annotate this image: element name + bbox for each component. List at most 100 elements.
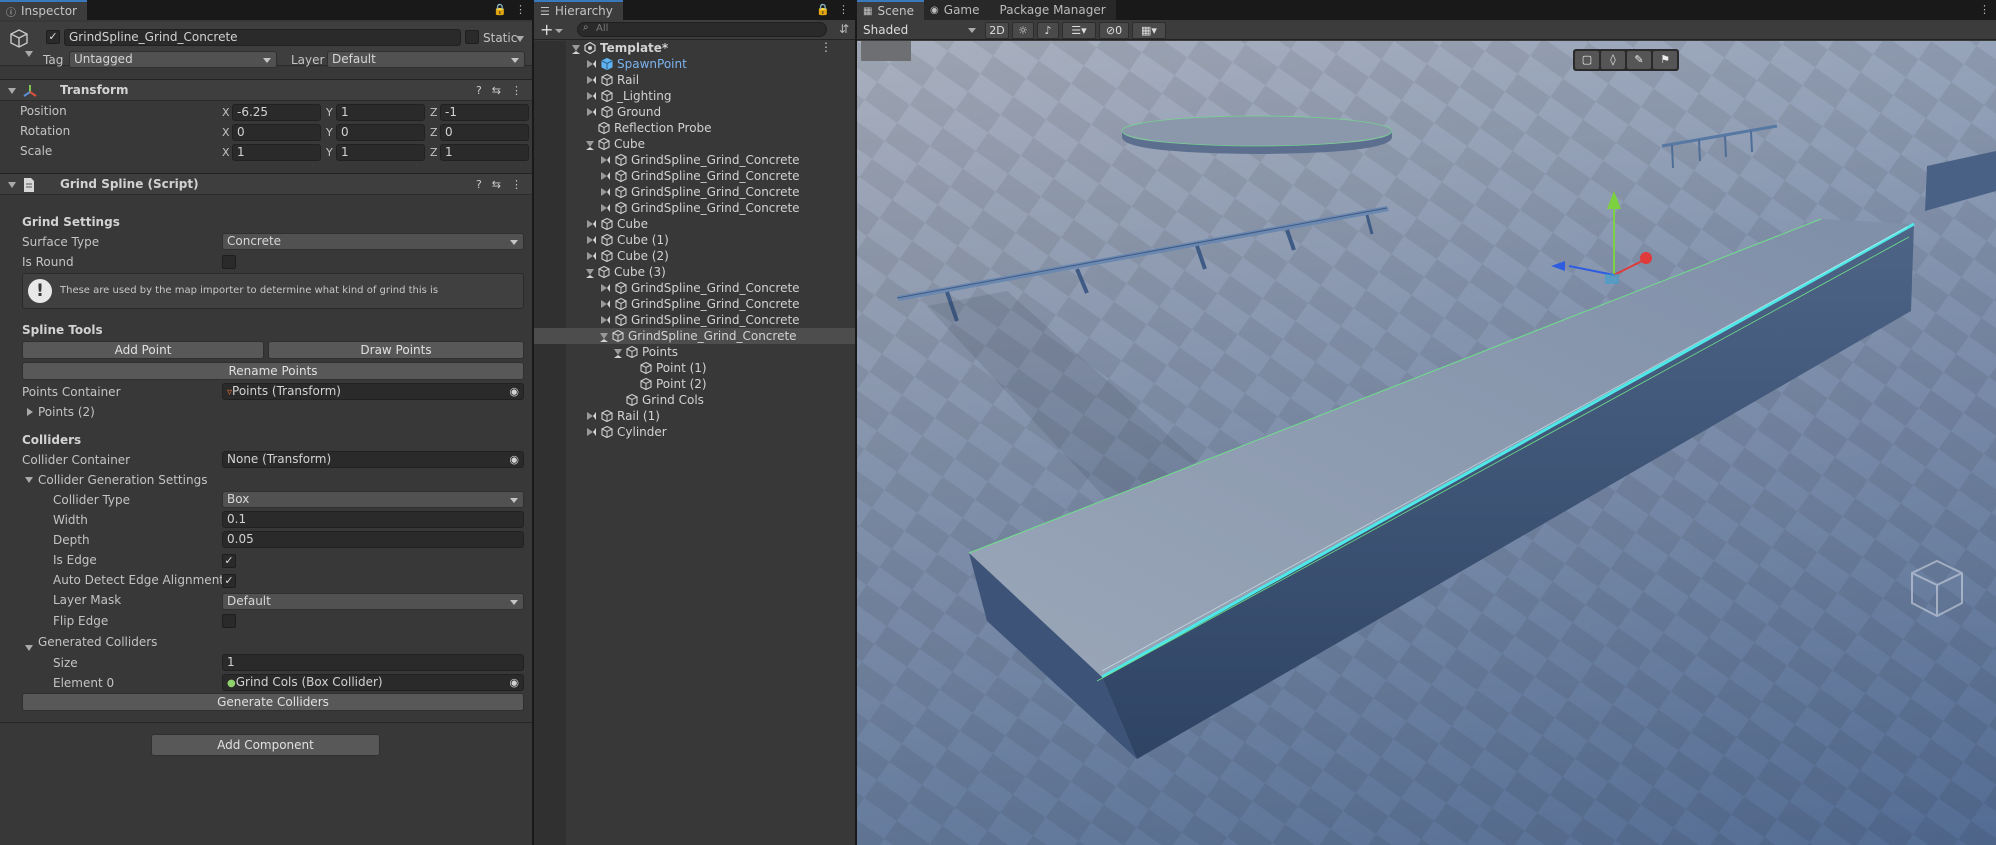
width-field[interactable]: 0.1 bbox=[222, 511, 524, 528]
object-picker-icon[interactable]: ◉ bbox=[509, 675, 519, 690]
preset-icon[interactable]: ⇆ bbox=[492, 84, 501, 97]
hierarchy-item[interactable]: GrindSpline_Grind_Concrete bbox=[600, 280, 800, 296]
add-icon[interactable]: + bbox=[540, 20, 553, 39]
points-list-foldout[interactable]: Points (2) bbox=[38, 405, 95, 419]
tab-game[interactable]: ◉ Game bbox=[924, 0, 990, 20]
hierarchy-item[interactable]: _Lighting bbox=[586, 88, 672, 104]
hierarchy-item[interactable]: Grind Cols bbox=[614, 392, 704, 408]
node-tool-icon[interactable]: ◊ bbox=[1601, 51, 1625, 69]
chevron-down-icon[interactable] bbox=[586, 268, 594, 278]
element0-field[interactable]: ●Grind Cols (Box Collider) ◉ bbox=[222, 674, 524, 691]
chevron-right-icon[interactable] bbox=[601, 204, 610, 212]
chevron-right-icon[interactable] bbox=[601, 316, 610, 324]
tab-hierarchy[interactable]: ☰ Hierarchy bbox=[534, 0, 623, 20]
object-picker-icon[interactable]: ◉ bbox=[509, 384, 519, 399]
chevron-down-icon[interactable] bbox=[600, 332, 608, 342]
transform-rotation-y-field[interactable]: 0 bbox=[336, 124, 425, 141]
flag-tool-icon[interactable]: ⚑ bbox=[1653, 51, 1677, 69]
help-icon[interactable]: ? bbox=[476, 178, 482, 191]
chevron-right-icon[interactable] bbox=[587, 76, 596, 84]
hierarchy-item[interactable]: Cube (1) bbox=[586, 232, 669, 248]
object-picker-icon[interactable]: ◉ bbox=[509, 452, 519, 467]
transform-position-z-field[interactable]: -1 bbox=[440, 104, 529, 121]
lighting-toggle-icon[interactable]: ☼ bbox=[1012, 22, 1034, 39]
hierarchy-item[interactable]: GrindSpline_Grind_Concrete bbox=[600, 312, 800, 328]
size-field[interactable]: 1 bbox=[222, 654, 524, 671]
transform-scale-z-field[interactable]: 1 bbox=[440, 144, 529, 161]
grid-snap-icon[interactable]: ▦▾ bbox=[1132, 22, 1166, 39]
chevron-down-icon[interactable] bbox=[586, 140, 594, 150]
hierarchy-item[interactable]: Cube (2) bbox=[586, 248, 669, 264]
chevron-right-icon[interactable] bbox=[587, 92, 596, 100]
transform-position-x-field[interactable]: -6.25 bbox=[232, 104, 321, 121]
auto-detect-checkbox[interactable]: ✓ bbox=[222, 574, 236, 588]
grind-spline-header[interactable]: Grind Spline (Script) ? ⇆ ⋮ bbox=[0, 173, 532, 195]
tab-scene[interactable]: ▦ Scene bbox=[857, 0, 925, 20]
hierarchy-item[interactable]: Reflection Probe bbox=[586, 120, 712, 136]
hierarchy-item[interactable]: Cube bbox=[586, 136, 645, 152]
pen-tool-icon[interactable]: ✎ bbox=[1627, 51, 1651, 69]
hidden-objects-button[interactable]: ⊘0 bbox=[1099, 22, 1129, 39]
more-menu-icon[interactable]: ⋮ bbox=[515, 3, 526, 16]
tab-package-manager[interactable]: Package Manager bbox=[989, 0, 1116, 20]
hierarchy-item[interactable]: Cube (3) bbox=[586, 264, 666, 280]
is-round-checkbox[interactable] bbox=[222, 255, 236, 269]
generate-colliders-button[interactable]: Generate Colliders bbox=[22, 693, 524, 711]
transform-rotation-x-field[interactable]: 0 bbox=[232, 124, 321, 141]
chevron-right-icon[interactable] bbox=[587, 412, 596, 420]
hierarchy-item[interactable]: Ground bbox=[586, 104, 661, 120]
layer-dropdown[interactable]: Default bbox=[327, 51, 525, 68]
chevron-right-icon[interactable] bbox=[601, 156, 610, 164]
add-component-button[interactable]: Add Component bbox=[151, 734, 380, 756]
hierarchy-item[interactable]: GrindSpline_Grind_Concrete bbox=[600, 328, 797, 344]
component-menu-icon[interactable]: ⋮ bbox=[511, 178, 522, 191]
transform-rotation-z-field[interactable]: 0 bbox=[440, 124, 529, 141]
chevron-right-icon[interactable] bbox=[587, 236, 596, 244]
chevron-right-icon[interactable] bbox=[587, 428, 596, 436]
points-container-field[interactable]: ▿Points (Transform) ◉ bbox=[222, 383, 524, 400]
hierarchy-item[interactable]: GrindSpline_Grind_Concrete bbox=[600, 184, 800, 200]
transform-position-y-field[interactable]: 1 bbox=[336, 104, 425, 121]
hierarchy-item[interactable]: GrindSpline_Grind_Concrete bbox=[600, 200, 800, 216]
transform-header[interactable]: Transform ? ⇆ ⋮ bbox=[0, 79, 532, 101]
hierarchy-item[interactable]: Point (2) bbox=[628, 376, 707, 392]
static-label[interactable]: Static bbox=[483, 31, 517, 45]
chevron-down-icon[interactable] bbox=[572, 44, 580, 54]
more-menu-icon[interactable]: ⋮ bbox=[820, 40, 832, 54]
chevron-right-icon[interactable] bbox=[587, 60, 596, 68]
collider-gen-settings-foldout[interactable]: Collider Generation Settings bbox=[38, 473, 207, 487]
2d-toggle-button[interactable]: 2D bbox=[985, 22, 1009, 39]
lock-icon[interactable]: 🔒 bbox=[816, 3, 830, 16]
hierarchy-item[interactable]: SpawnPoint bbox=[586, 56, 687, 72]
flip-edge-checkbox[interactable] bbox=[222, 614, 236, 628]
collider-type-dropdown[interactable]: Box bbox=[222, 491, 524, 508]
preset-icon[interactable]: ⇆ bbox=[492, 178, 501, 191]
hierarchy-item[interactable]: GrindSpline_Grind_Concrete bbox=[600, 168, 800, 184]
chevron-right-icon[interactable] bbox=[601, 300, 610, 308]
chevron-right-icon[interactable] bbox=[601, 284, 610, 292]
surface-type-dropdown[interactable]: Concrete bbox=[222, 233, 524, 250]
hierarchy-item[interactable]: Rail (1) bbox=[586, 408, 660, 424]
audio-toggle-icon[interactable]: ♪ bbox=[1037, 22, 1059, 39]
chevron-right-icon[interactable] bbox=[601, 172, 610, 180]
hierarchy-item[interactable]: Cylinder bbox=[586, 424, 667, 440]
collider-container-field[interactable]: None (Transform) ◉ bbox=[222, 451, 524, 468]
hierarchy-item[interactable]: GrindSpline_Grind_Concrete bbox=[600, 296, 800, 312]
depth-field[interactable]: 0.05 bbox=[222, 531, 524, 548]
draw-points-button[interactable]: Draw Points bbox=[268, 341, 524, 359]
tag-dropdown[interactable]: Untagged bbox=[69, 51, 277, 68]
more-menu-icon[interactable]: ⋮ bbox=[1979, 3, 1990, 16]
chevron-right-icon[interactable] bbox=[601, 188, 610, 196]
hierarchy-item[interactable]: Points bbox=[614, 344, 678, 360]
chevron-right-icon[interactable] bbox=[587, 220, 596, 228]
hierarchy-item[interactable]: GrindSpline_Grind_Concrete bbox=[600, 152, 800, 168]
active-checkbox[interactable]: ✓ bbox=[46, 30, 60, 44]
hierarchy-search[interactable]: ⌕ All bbox=[577, 22, 827, 37]
help-icon[interactable]: ? bbox=[476, 84, 482, 97]
add-point-button[interactable]: Add Point bbox=[22, 341, 264, 359]
hierarchy-item[interactable]: Point (1) bbox=[628, 360, 707, 376]
generated-colliders-foldout[interactable]: Generated Colliders bbox=[38, 635, 157, 649]
chevron-right-icon[interactable] bbox=[587, 108, 596, 116]
component-menu-icon[interactable]: ⋮ bbox=[511, 84, 522, 97]
layer-mask-dropdown[interactable]: Default bbox=[222, 593, 524, 610]
